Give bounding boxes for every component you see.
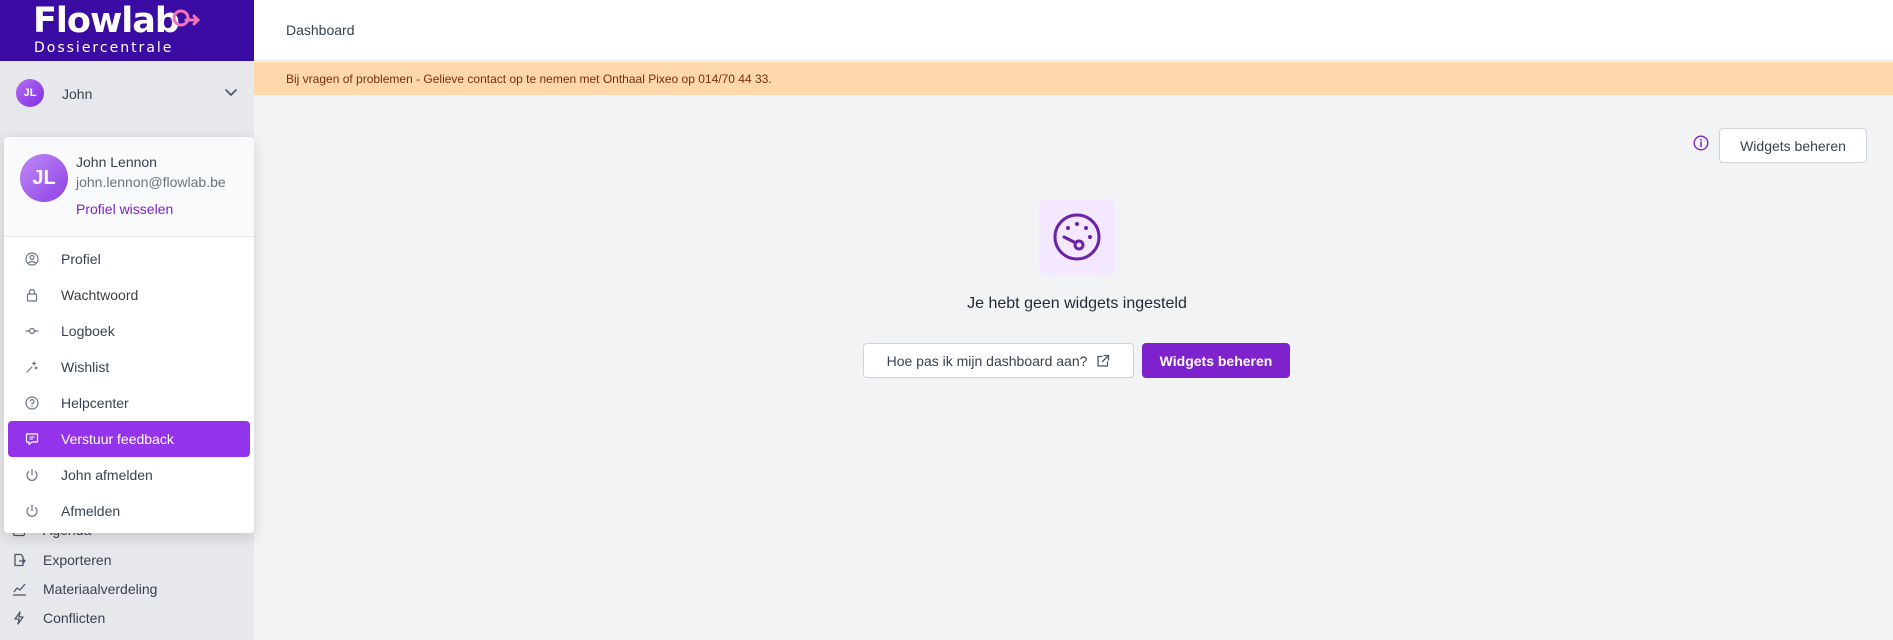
menu-item-label: Logboek [61,323,115,339]
brand-name: Flowlab [33,1,180,41]
sidebar-item-label: Conflicten [43,610,106,626]
switch-profile-link[interactable]: Profiel wisselen [76,201,173,217]
sparkles-icon [25,360,43,374]
top-bar: Dashboard [254,0,1893,61]
menu-item-logboek[interactable]: Logboek [8,313,250,349]
avatar: JL [20,154,68,202]
commit-icon [25,324,43,338]
menu-item-label: Wishlist [61,359,110,375]
user-switcher[interactable]: JL John [0,61,254,128]
dashboard-help-label: Hoe pas ik mijn dashboard aan? [886,352,1088,369]
user-menu: JL John Lennon john.lennon@flowlab.be Pr… [4,137,254,533]
banner-text: Bij vragen of problemen - Gelieve contac… [286,72,772,86]
brand-subtitle: Dossiercentrale [34,40,174,56]
power-icon [25,468,43,482]
menu-item-label: Afmelden [61,503,121,519]
brand-logo[interactable]: Flowlab Dossiercentrale [0,0,254,61]
empty-state-text: Je hebt geen widgets ingesteld [967,295,1187,312]
menu-item-profiel[interactable]: Profiel [8,241,250,277]
avatar: JL [16,79,44,107]
dashboard-help-button[interactable]: Hoe pas ik mijn dashboard aan? [863,343,1134,378]
menu-item-john-afmelden[interactable]: John afmelden [8,457,250,493]
user-short-name: John [62,86,93,102]
menu-item-label: Profiel [61,251,101,267]
menu-item-label: Verstuur feedback [61,431,174,447]
chevron-down-icon [225,89,237,96]
manage-widgets-button[interactable]: Widgets beheren [1142,343,1290,378]
logo-arrow-icon [172,9,201,27]
sidebar-item-label: Materiaalverdeling [43,581,158,597]
menu-item-label: John afmelden [61,467,153,483]
sidebar-item-materiaalverdeling[interactable]: Materiaalverdeling [12,577,157,601]
user-email: john.lennon@flowlab.be [76,174,226,190]
menu-item-wishlist[interactable]: Wishlist [8,349,250,385]
lock-icon [25,288,43,302]
export-icon [12,553,30,567]
info-banner: Bij vragen of problemen - Gelieve contac… [254,62,1893,95]
menu-item-label: Helpcenter [61,395,129,411]
sidebar-item-label: Exporteren [43,552,112,568]
info-icon[interactable] [1693,135,1709,151]
menu-item-verstuur-feedback[interactable]: Verstuur feedback [8,421,250,457]
user-full-name: John Lennon [76,154,157,170]
sidebar-item-conflicten[interactable]: Conflicten [12,606,105,630]
menu-item-helpcenter[interactable]: Helpcenter [8,385,250,421]
menu-item-afmelden[interactable]: Afmelden [8,493,250,529]
question-circle-icon [25,396,43,410]
chat-icon [25,432,43,446]
chart-icon [12,582,30,596]
bolt-icon [12,611,30,625]
user-circle-icon [25,252,43,266]
power-icon [25,504,43,518]
menu-item-label: Wachtwoord [61,287,139,303]
breadcrumb[interactable]: Dashboard [286,22,355,38]
manage-widgets-top-button[interactable]: Widgets beheren [1719,128,1867,163]
external-link-icon [1097,354,1110,367]
dashboard-gauge-icon [1039,199,1115,275]
menu-item-wachtwoord[interactable]: Wachtwoord [8,277,250,313]
sidebar-item-exporteren[interactable]: Exporteren [12,548,111,572]
user-menu-header: JL John Lennon john.lennon@flowlab.be Pr… [4,137,254,237]
